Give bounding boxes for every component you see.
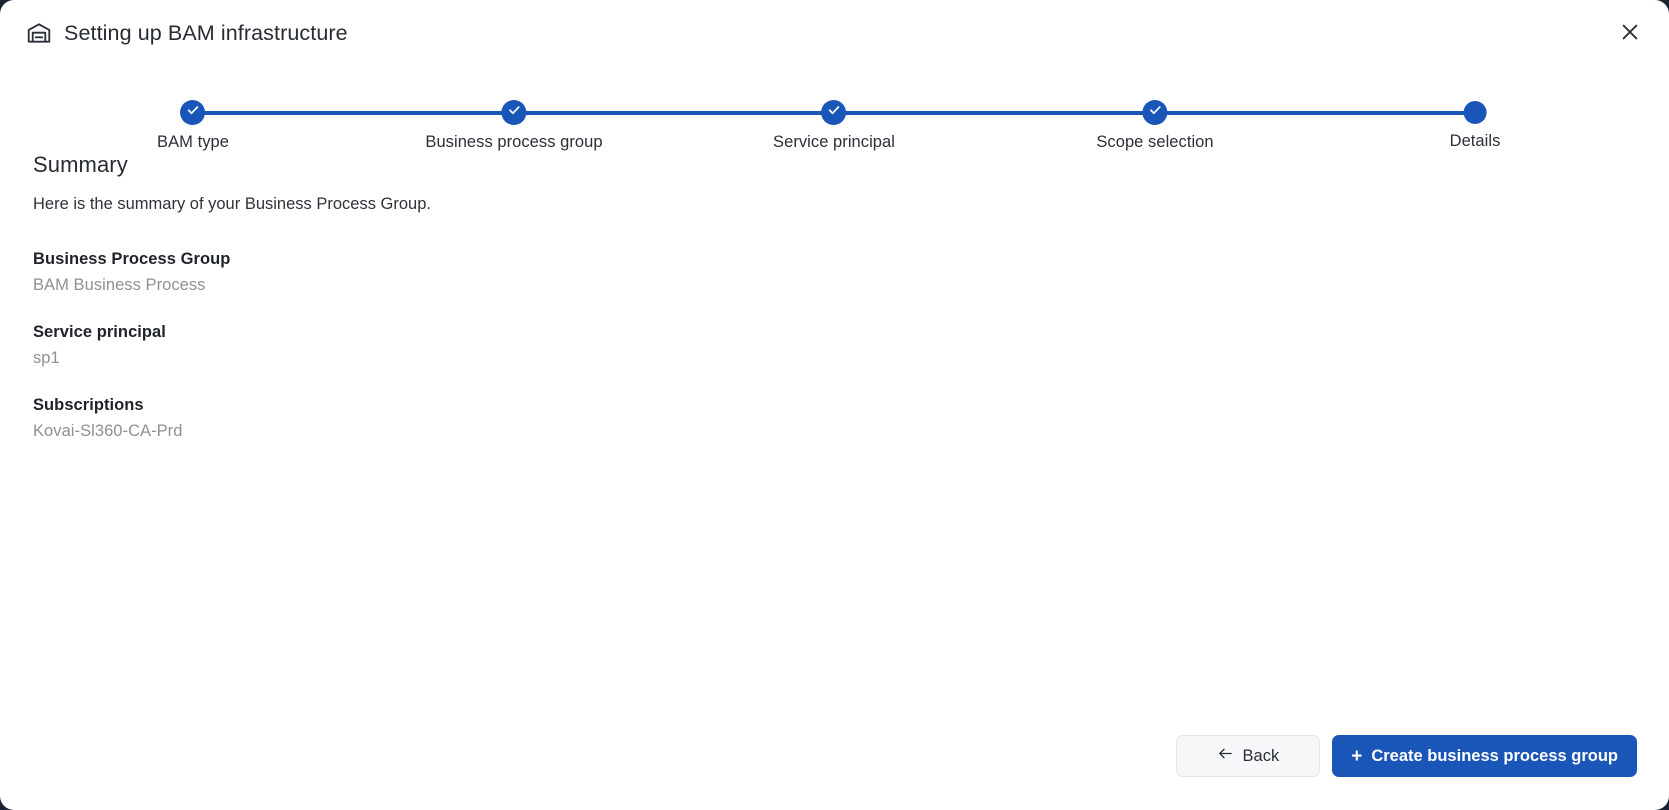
stepper-step-3[interactable]: Scope selection [1096,86,1214,152]
summary-field-value: Kovai-Sl360-CA-Prd [33,422,183,440]
step-label: Service principal [773,133,895,151]
modal-header: Setting up BAM infrastructure [0,0,1669,66]
step-node-completed [1142,100,1168,125]
stepper-step-0[interactable]: BAM type [157,86,229,152]
summary-panel: Summary Here is the summary of your Busi… [33,152,1636,441]
close-icon [1619,21,1641,46]
summary-field: Business Process Group BAM Business Proce… [33,250,1636,295]
plus-icon: + [1351,745,1363,767]
setup-modal: Setting up BAM infrastructure BAM type Bu… [0,0,1669,810]
stepper-step-2[interactable]: Service principal [773,86,895,152]
step-label: Details [1449,132,1501,150]
page-title: Setting up BAM infrastructure [64,20,348,45]
summary-field: Service principal sp1 [33,323,1636,368]
summary-field-label: Business Process Group [33,250,231,268]
back-button-label: Back [1242,746,1280,765]
summary-field-value: sp1 [33,349,60,367]
step-node-completed [501,100,527,125]
summary-description: Here is the summary of your Business Pro… [33,195,431,213]
summary-field-label: Service principal [33,323,166,341]
step-label: Scope selection [1096,133,1214,151]
modal-header-left: Setting up BAM infrastructure [26,20,348,46]
warehouse-icon [26,20,52,46]
back-button[interactable]: Back [1175,735,1321,777]
step-label: Business process group [425,133,603,151]
summary-field-value: BAM Business Process [33,276,206,294]
summary-heading: Summary [33,152,128,177]
modal-footer: Back + Create business process group [1175,735,1637,777]
summary-field: Subscriptions Kovai-Sl360-CA-Prd [33,396,1636,441]
check-icon [507,103,521,122]
step-label: BAM type [157,133,229,151]
wizard-stepper: BAM type Business process group Service pr… [0,86,1669,151]
arrow-left-icon [1217,745,1234,767]
create-button-label: Create business process group [1371,746,1618,765]
check-icon [1148,103,1162,122]
step-node-completed [821,100,847,125]
stepper-step-1[interactable]: Business process group [425,86,603,152]
check-icon [186,103,200,122]
step-node-completed [180,100,206,125]
summary-field-label: Subscriptions [33,396,144,414]
step-node-current [1463,101,1487,124]
stepper-step-4[interactable]: Details [1450,86,1501,151]
close-button[interactable] [1613,16,1647,50]
check-icon [827,103,841,122]
create-business-process-group-button[interactable]: + Create business process group [1332,735,1637,777]
